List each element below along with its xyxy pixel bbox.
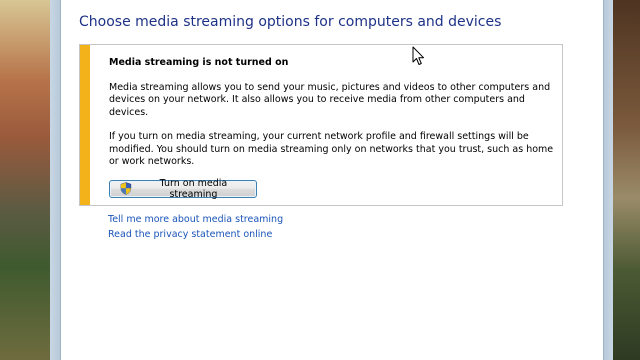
desktop-wallpaper-left — [0, 0, 50, 360]
mouse-cursor-icon — [412, 46, 424, 65]
learn-more-link[interactable]: Tell me more about media streaming — [108, 212, 283, 227]
privacy-statement-link[interactable]: Read the privacy statement online — [108, 227, 283, 242]
media-streaming-status-panel: Media streaming is not turned on Media s… — [79, 44, 563, 206]
page-title: Choose media streaming options for compu… — [79, 14, 502, 30]
media-streaming-options-page: Choose media streaming options for compu… — [61, 0, 603, 360]
window-frame-left — [50, 0, 61, 360]
uac-shield-icon — [120, 182, 132, 195]
status-heading: Media streaming is not turned on — [109, 57, 289, 68]
turn-on-media-streaming-button[interactable]: Turn on media streaming — [109, 177, 257, 200]
description-text: Media streaming allows you to send your … — [109, 81, 551, 118]
panel-body: Media streaming is not turned on Media s… — [109, 57, 559, 200]
warning-text: If you turn on media streaming, your cur… — [109, 131, 554, 167]
turn-on-button-label: Turn on media streaming — [159, 177, 228, 200]
help-links: Tell me more about media streaming Read … — [108, 212, 283, 242]
window-frame-right — [603, 0, 613, 360]
desktop-wallpaper-right — [612, 0, 640, 360]
warning-stripe — [80, 45, 90, 205]
